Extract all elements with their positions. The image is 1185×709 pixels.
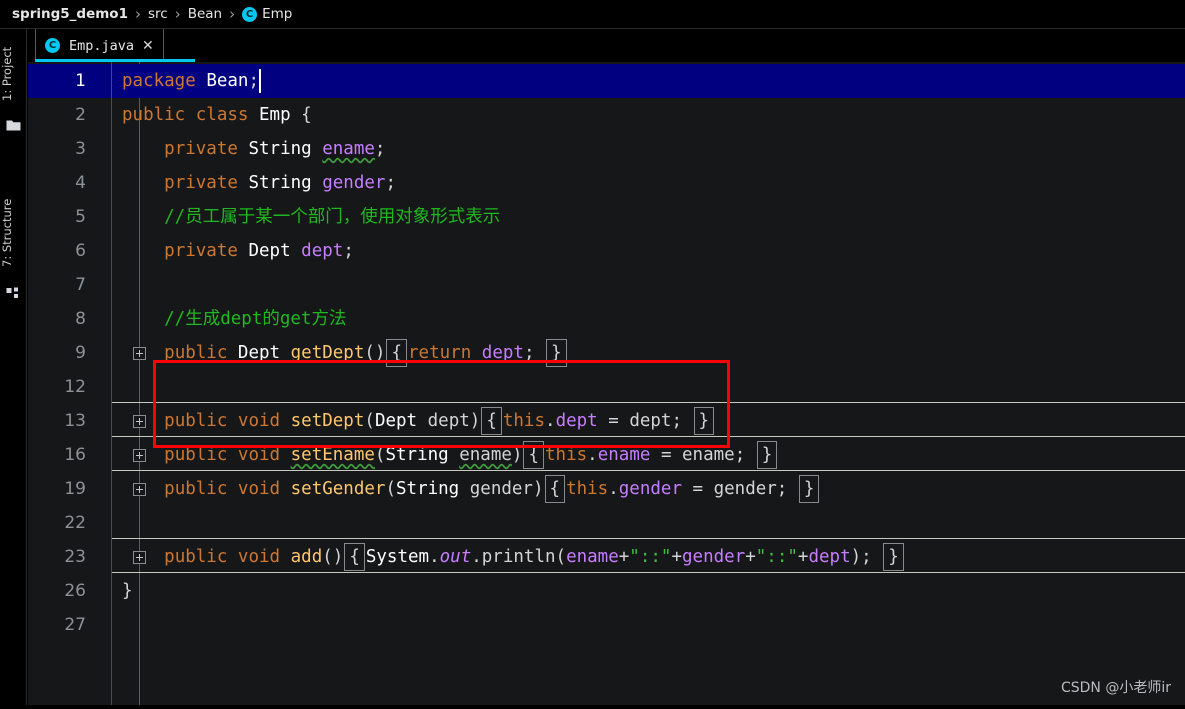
breadcrumb-separator-icon: › [229,5,236,23]
watermark: CSDN @小老师ir [1060,680,1171,696]
fold-marker-13[interactable] [133,415,146,428]
folder-icon [6,120,21,131]
fold-marker-9[interactable] [133,347,146,360]
breadcrumb-separator-icon: › [174,5,181,23]
code-line[interactable]: 4 private String gender; [28,166,1185,200]
code-text: //员工属于某一个部门，使用对象形式表示 [122,207,501,227]
current-line-highlight [112,64,1185,98]
code-text: private String ename; [164,139,386,159]
java-class-icon: C [242,6,258,22]
line-number: 19 [64,479,86,499]
line-number: 27 [64,615,86,635]
tab-emp-java[interactable]: C Emp.java ✕ [35,29,164,62]
line-number: 3 [75,139,86,159]
code-line[interactable]: 8 //生成dept的get方法 [28,302,1185,336]
close-icon[interactable]: ✕ [142,39,154,53]
line-number: 23 [64,547,86,567]
code-text: public void setGender(String gender){thi… [122,472,820,506]
code-line[interactable]: 12 [28,370,1185,404]
line-number: 8 [75,309,86,329]
breadcrumb-project[interactable]: spring5_demo1 [12,6,128,22]
structure-icon [6,287,18,298]
code-line[interactable]: 19 public void setGender(String gender){… [28,472,1185,506]
line-number: 16 [64,445,86,465]
java-class-icon: C [45,38,60,53]
code-text: } [122,581,133,601]
code-line[interactable]: 1 package Bean; [28,64,1185,98]
code-line[interactable]: 9 public Dept getDept(){return dept; } [28,336,1185,370]
code-line[interactable]: 13 public void setDept(Dept dept){this.d… [28,404,1185,438]
code-line[interactable]: 5 //员工属于某一个部门，使用对象形式表示 [28,200,1185,234]
breadcrumb-class[interactable]: Emp [262,6,292,22]
code-text: public class Emp { [122,105,312,125]
code-line[interactable]: 22 [28,506,1185,540]
code-line[interactable]: 3 private String ename; [28,132,1185,166]
line-number: 22 [64,513,86,533]
line-number: 1 [75,71,86,91]
method-separator [112,470,1185,471]
line-number: 12 [64,377,86,397]
code-line[interactable]: 23 public void add(){System.out.println(… [28,540,1185,574]
fold-marker-23[interactable] [133,551,146,564]
code-text: private String gender; [164,173,396,193]
code-text: private Dept dept; [164,241,354,261]
line-number: 2 [75,105,86,125]
fold-marker-16[interactable] [133,449,146,462]
code-text: package Bean; [122,71,260,91]
line-number: 6 [75,241,86,261]
code-line[interactable]: 6 private Dept dept; [28,234,1185,268]
breadcrumb-package[interactable]: Bean [188,6,222,22]
sidebar-item-structure[interactable]: 7: Structure [0,187,27,279]
line-number: 9 [75,343,86,363]
method-separator [112,402,1185,403]
code-line[interactable]: 27 [28,608,1185,642]
line-number: 5 [75,207,86,227]
editor-tab-strip: C Emp.java ✕ [28,29,1185,62]
line-number: 4 [75,173,86,193]
method-separator [112,436,1185,437]
breadcrumb-separator-icon: › [134,5,141,23]
sidebar-item-project[interactable]: 1: Project [0,37,27,111]
method-separator [112,572,1185,573]
bottom-strip [0,705,1185,709]
code-text: public void setDept(Dept dept){this.dept… [122,404,715,438]
text-caret [259,69,261,93]
breadcrumb-src[interactable]: src [148,6,168,22]
code-line[interactable]: 7 [28,268,1185,302]
method-separator [112,538,1185,539]
fold-marker-19[interactable] [133,483,146,496]
code-line[interactable]: 26} [28,574,1185,608]
line-number: 26 [64,581,86,601]
code-text: public void setEname(String ename){this.… [122,438,778,472]
code-editor[interactable]: 1 package Bean; 2 public class Emp { 3 priva… [28,62,1185,709]
line-number: 7 [75,275,86,295]
code-line[interactable]: 16 public void setEname(String ename){th… [28,438,1185,472]
tool-sidebar: 1: Project 7: Structure [0,29,27,709]
code-text: public void add(){System.out.println(ena… [122,540,905,574]
line-number: 13 [64,411,86,431]
code-line[interactable]: 2 public class Emp { [28,98,1185,132]
code-text: //生成dept的get方法 [122,309,347,329]
code-text: public Dept getDept(){return dept; } [122,336,568,370]
breadcrumb: spring5_demo1 › src › Bean › C Emp [0,0,1185,29]
tab-label: Emp.java [69,37,135,54]
